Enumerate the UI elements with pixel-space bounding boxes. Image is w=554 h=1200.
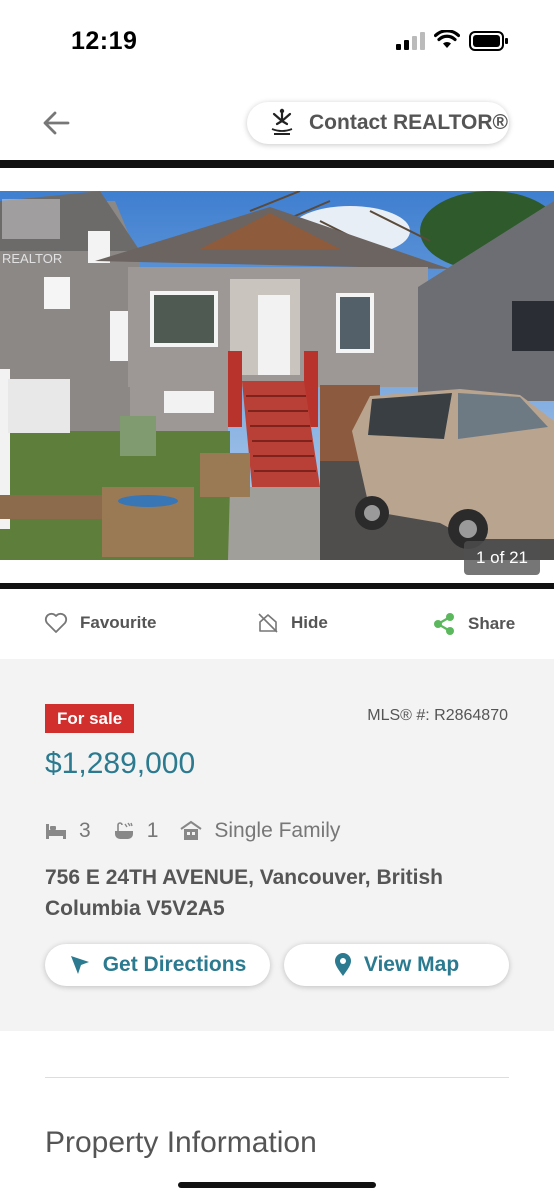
realtor-logo-icon [271, 108, 293, 135]
house-photo-image: REALTOR [0, 191, 554, 560]
building-icon [180, 820, 202, 840]
heart-icon [44, 612, 68, 633]
bedroom-count: 3 [79, 819, 91, 842]
bathtub-icon [114, 822, 133, 839]
property-type: Single Family [214, 819, 341, 842]
contact-realtor-button[interactable]: Contact REALTOR® [247, 102, 509, 144]
view-map-label: View Map [363, 953, 460, 976]
favourite-button[interactable]: Favourite [44, 612, 157, 634]
hide-house-icon [258, 613, 278, 633]
favourite-label: Favourite [80, 613, 157, 632]
share-button[interactable]: Share [432, 612, 515, 636]
mls-number: MLS® #: R2864870 [367, 707, 508, 724]
photo-bottom-border [0, 583, 554, 589]
bathroom-count: 1 [146, 819, 159, 842]
home-indicator[interactable] [178, 1182, 376, 1188]
photo-top-border [0, 160, 554, 168]
property-information-heading: Property Information [45, 1126, 317, 1159]
bed-icon [46, 824, 66, 839]
status-bar: 12:19 [0, 0, 554, 80]
listing-specs: 3 1 Single Family [45, 819, 340, 843]
listing-photo[interactable]: REALTOR [0, 191, 554, 560]
section-divider [45, 1077, 509, 1078]
wifi-icon [434, 30, 460, 48]
map-pin-icon [334, 953, 351, 976]
realtor-watermark: REALTOR [2, 251, 62, 266]
listing-price: $1,289,000 [45, 747, 196, 780]
hide-label: Hide [291, 613, 328, 632]
get-directions-button[interactable]: Get Directions [45, 944, 270, 986]
photo-counter: 1 of 21 [464, 541, 540, 575]
cellular-signal-icon [396, 32, 425, 50]
get-directions-label: Get Directions [102, 953, 247, 976]
share-icon [434, 613, 454, 635]
action-bar: Favourite Hide Share [0, 600, 554, 652]
status-time: 12:19 [71, 27, 138, 55]
top-navigation: Contact REALTOR® [0, 80, 554, 162]
listing-address: 756 E 24TH AVENUE, Vancouver, British Co… [45, 866, 443, 920]
navigation-arrow-icon [70, 956, 89, 974]
status-badge: For sale [45, 704, 135, 733]
view-map-button[interactable]: View Map [284, 944, 509, 986]
share-label: Share [468, 614, 516, 633]
battery-icon [469, 31, 508, 51]
hide-button[interactable]: Hide [257, 612, 328, 634]
listing-summary: For sale MLS® #: R2864870 $1,289,000 3 1… [0, 659, 554, 1031]
contact-realtor-label: Contact REALTOR® [309, 111, 509, 134]
back-arrow-icon[interactable] [40, 106, 74, 140]
